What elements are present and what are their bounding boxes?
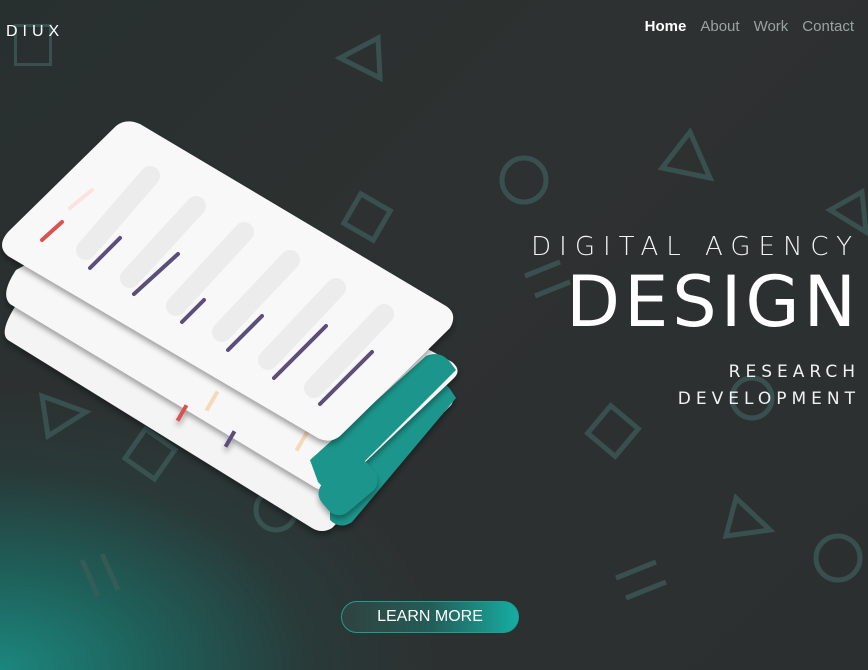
hero-headline: DESIGN	[566, 261, 860, 343]
brand-logo[interactable]: DIUX	[2, 18, 92, 66]
hero-subtitle-line-2: DEVELOPMENT	[677, 389, 860, 409]
nav-contact[interactable]: Contact	[802, 18, 854, 35]
main-nav: Home About Work Contact	[645, 18, 854, 35]
hero-subtitle: RESEARCH DEVELOPMENT	[531, 359, 860, 413]
learn-more-button[interactable]: LEARN MORE	[341, 601, 519, 633]
triangle-outline-icon	[825, 187, 868, 237]
circle-outline-icon	[499, 155, 549, 205]
double-line-icon	[79, 558, 101, 598]
nav-about[interactable]: About	[700, 18, 739, 35]
double-line-icon	[615, 559, 657, 581]
hero-text: DIGITAL AGENCY DESIGN RESEARCH DEVELOPME…	[531, 232, 860, 413]
triangle-outline-icon	[334, 33, 383, 83]
hero-illustration	[2, 121, 458, 531]
hero-subtitle-line-1: RESEARCH	[728, 362, 860, 382]
nav-home[interactable]: Home	[645, 18, 687, 35]
circle-outline-icon	[813, 533, 863, 583]
square-outline-icon	[584, 402, 642, 460]
nav-work[interactable]: Work	[754, 18, 789, 35]
triangle-outline-icon	[722, 493, 776, 539]
logo-text: DIUX	[6, 23, 65, 40]
hero-tagline: DIGITAL AGENCY	[531, 232, 860, 262]
triangle-outline-icon	[657, 127, 715, 182]
